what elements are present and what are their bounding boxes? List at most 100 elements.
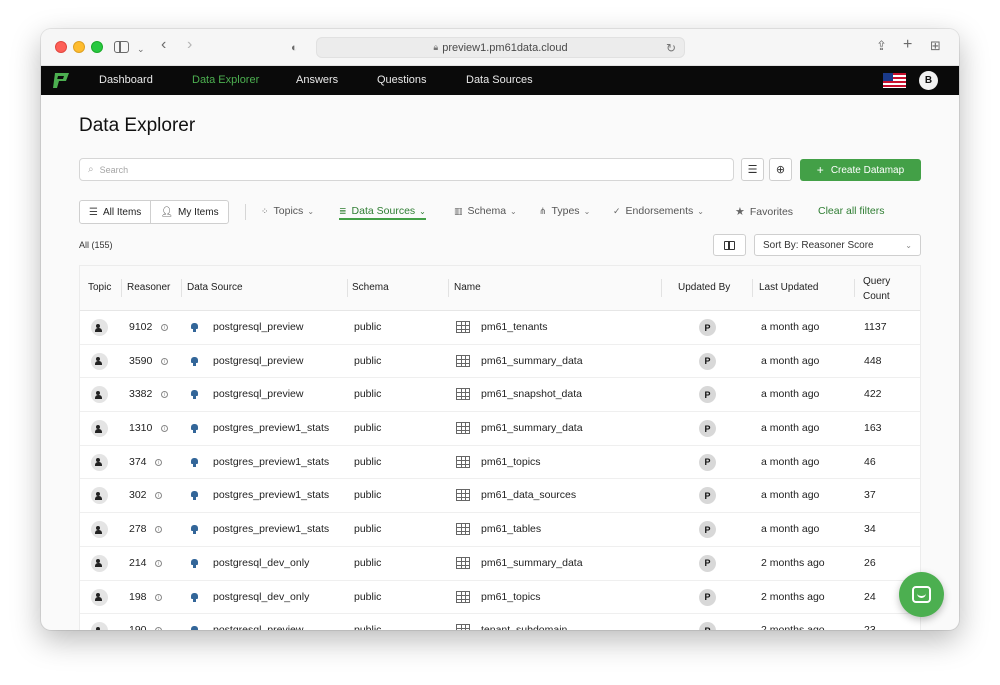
updated-by-avatar[interactable]: P — [699, 487, 716, 505]
topic-icon[interactable] — [91, 622, 108, 630]
my-items-button[interactable]: 👤︎ My Items — [150, 201, 227, 223]
all-items-button[interactable]: ☰ All Items — [80, 201, 150, 223]
data-source-cell[interactable]: postgres_preview1_stats — [213, 523, 329, 535]
user-avatar[interactable]: B — [919, 71, 938, 90]
minimize-window-button[interactable] — [73, 41, 85, 53]
nav-answers[interactable]: Answers — [296, 74, 338, 86]
data-source-cell[interactable]: postgresql_preview — [213, 321, 303, 333]
sort-select[interactable]: Sort By: Reasoner Score ⌄ — [754, 234, 921, 256]
info-icon[interactable]: i — [155, 559, 162, 567]
filter-data-sources[interactable]: ≣ Data Sources ⌄ — [339, 205, 426, 220]
header-data-source[interactable]: Data Source — [187, 282, 243, 293]
header-name[interactable]: Name — [454, 282, 481, 293]
filter-types[interactable]: ⋔ Types ⌄ — [539, 205, 590, 217]
data-source-cell[interactable]: postgres_preview1_stats — [213, 456, 329, 468]
filter-schema[interactable]: ▥ Schema ⌄ — [454, 205, 517, 217]
data-source-cell[interactable]: postgres_preview1_stats — [213, 489, 329, 501]
info-icon[interactable]: i — [161, 425, 168, 433]
create-datamap-button[interactable]: + Create Datamap — [800, 159, 921, 181]
info-icon[interactable]: i — [155, 627, 162, 630]
updated-by-avatar[interactable]: P — [699, 453, 716, 471]
info-icon[interactable]: i — [155, 492, 162, 500]
sidebar-toggle-icon[interactable] — [114, 41, 129, 53]
topic-icon[interactable] — [91, 554, 108, 572]
new-tab-icon[interactable]: + — [903, 37, 912, 53]
table-row[interactable]: 278 i postgres_preview1_stats public pm61_ta… — [80, 513, 920, 547]
info-icon[interactable]: i — [155, 593, 162, 601]
updated-by-avatar[interactable]: P — [699, 420, 716, 438]
topic-icon[interactable] — [91, 521, 108, 539]
name-cell[interactable]: pm61_tables — [481, 523, 541, 535]
data-source-cell[interactable]: postgresql_preview — [213, 355, 303, 367]
nav-data-explorer[interactable]: Data Explorer — [192, 74, 259, 86]
tab-overview-icon[interactable]: ⊞ — [930, 39, 941, 53]
zoom-search-button[interactable]: ⊕ — [769, 158, 792, 181]
name-cell[interactable]: pm61_topics — [481, 591, 541, 603]
name-cell[interactable]: pm61_tenants — [481, 321, 548, 333]
topic-icon[interactable] — [91, 453, 108, 471]
info-icon[interactable]: i — [155, 526, 162, 534]
topic-icon[interactable] — [91, 386, 108, 404]
info-icon[interactable]: i — [161, 357, 168, 365]
updated-by-avatar[interactable]: P — [699, 521, 716, 539]
name-cell[interactable]: tenant_subdomain — [481, 624, 567, 630]
topic-icon[interactable] — [91, 588, 108, 606]
back-icon[interactable]: ‹ — [161, 37, 166, 53]
table-row[interactable]: 302 i postgres_preview1_stats public pm61_da… — [80, 479, 920, 514]
table-row[interactable]: 374 i postgres_preview1_stats public pm61_to… — [80, 446, 920, 480]
updated-by-avatar[interactable]: P — [699, 386, 716, 404]
info-icon[interactable]: i — [155, 458, 162, 466]
chevron-down-icon[interactable]: ⌄ — [137, 42, 145, 56]
filter-endorsements[interactable]: ✓ Endorsements ⌄ — [613, 205, 704, 217]
clear-filters-link[interactable]: Clear all filters — [818, 205, 885, 217]
updated-by-avatar[interactable]: P — [699, 588, 716, 606]
topic-icon[interactable] — [91, 352, 108, 370]
name-cell[interactable]: pm61_data_sources — [481, 489, 576, 501]
table-row[interactable]: 3590 i postgresql_preview public pm61_summar… — [80, 345, 920, 379]
header-schema[interactable]: Schema — [352, 282, 389, 293]
data-source-cell[interactable]: postgresql_dev_only — [213, 591, 309, 603]
name-cell[interactable]: pm61_summary_data — [481, 557, 583, 569]
updated-by-avatar[interactable]: P — [699, 319, 716, 336]
table-row[interactable]: 3382 i postgresql_preview public pm61_snapsh… — [80, 378, 920, 413]
nav-data-sources[interactable]: Data Sources — [466, 74, 533, 86]
table-row[interactable]: 198 i postgresql_dev_only public pm61_topics… — [80, 581, 920, 615]
chat-button[interactable] — [899, 572, 944, 617]
app-logo-icon[interactable] — [53, 72, 71, 89]
topic-icon[interactable] — [91, 319, 108, 336]
table-row[interactable]: 214 i postgresql_dev_only public pm61_summar… — [80, 547, 920, 581]
close-window-button[interactable] — [55, 41, 67, 53]
topic-icon[interactable] — [91, 420, 108, 438]
data-source-cell[interactable]: postgres_preview1_stats — [213, 422, 329, 434]
filter-favorites[interactable]: ★ Favorites — [735, 205, 793, 219]
info-icon[interactable]: i — [161, 324, 168, 331]
header-reasoner[interactable]: Reasoner — [127, 282, 170, 293]
updated-by-avatar[interactable]: P — [699, 622, 716, 630]
info-icon[interactable]: i — [161, 391, 168, 399]
address-bar[interactable]: 🔒︎ preview1.pm61data.cloud ↻ — [316, 37, 685, 58]
privacy-shield-icon[interactable]: ◐ — [291, 41, 298, 55]
data-source-cell[interactable]: postgresql_preview — [213, 388, 303, 400]
header-last-updated[interactable]: Last Updated — [759, 282, 819, 293]
name-cell[interactable]: pm61_topics — [481, 456, 541, 468]
filter-topics[interactable]: ⁘ Topics ⌄ — [261, 205, 314, 217]
name-cell[interactable]: pm61_summary_data — [481, 355, 583, 367]
table-row[interactable]: 9102 i postgresql_preview public pm61_tenant… — [80, 311, 920, 345]
topic-icon[interactable] — [91, 487, 108, 505]
data-source-cell[interactable]: postgresql_dev_only — [213, 557, 309, 569]
table-row[interactable]: 190 i postgresql_preview public tenant_subdo… — [80, 614, 920, 630]
us-flag-icon[interactable] — [883, 73, 906, 88]
search-input[interactable] — [99, 164, 700, 175]
updated-by-avatar[interactable]: P — [699, 554, 716, 572]
name-cell[interactable]: pm61_snapshot_data — [481, 388, 582, 400]
header-query-count[interactable]: Query Count — [863, 274, 913, 304]
updated-by-avatar[interactable]: P — [699, 352, 716, 370]
header-topic[interactable]: Topic — [88, 282, 111, 293]
nav-questions[interactable]: Questions — [377, 74, 427, 86]
reload-icon[interactable]: ↻ — [666, 41, 676, 55]
zoom-window-button[interactable] — [91, 41, 103, 53]
share-icon[interactable]: ⇪ — [876, 39, 887, 53]
name-cell[interactable]: pm61_summary_data — [481, 422, 583, 434]
forward-icon[interactable]: › — [187, 37, 192, 53]
table-row[interactable]: 1310 i postgres_preview1_stats public pm61_s… — [80, 412, 920, 446]
